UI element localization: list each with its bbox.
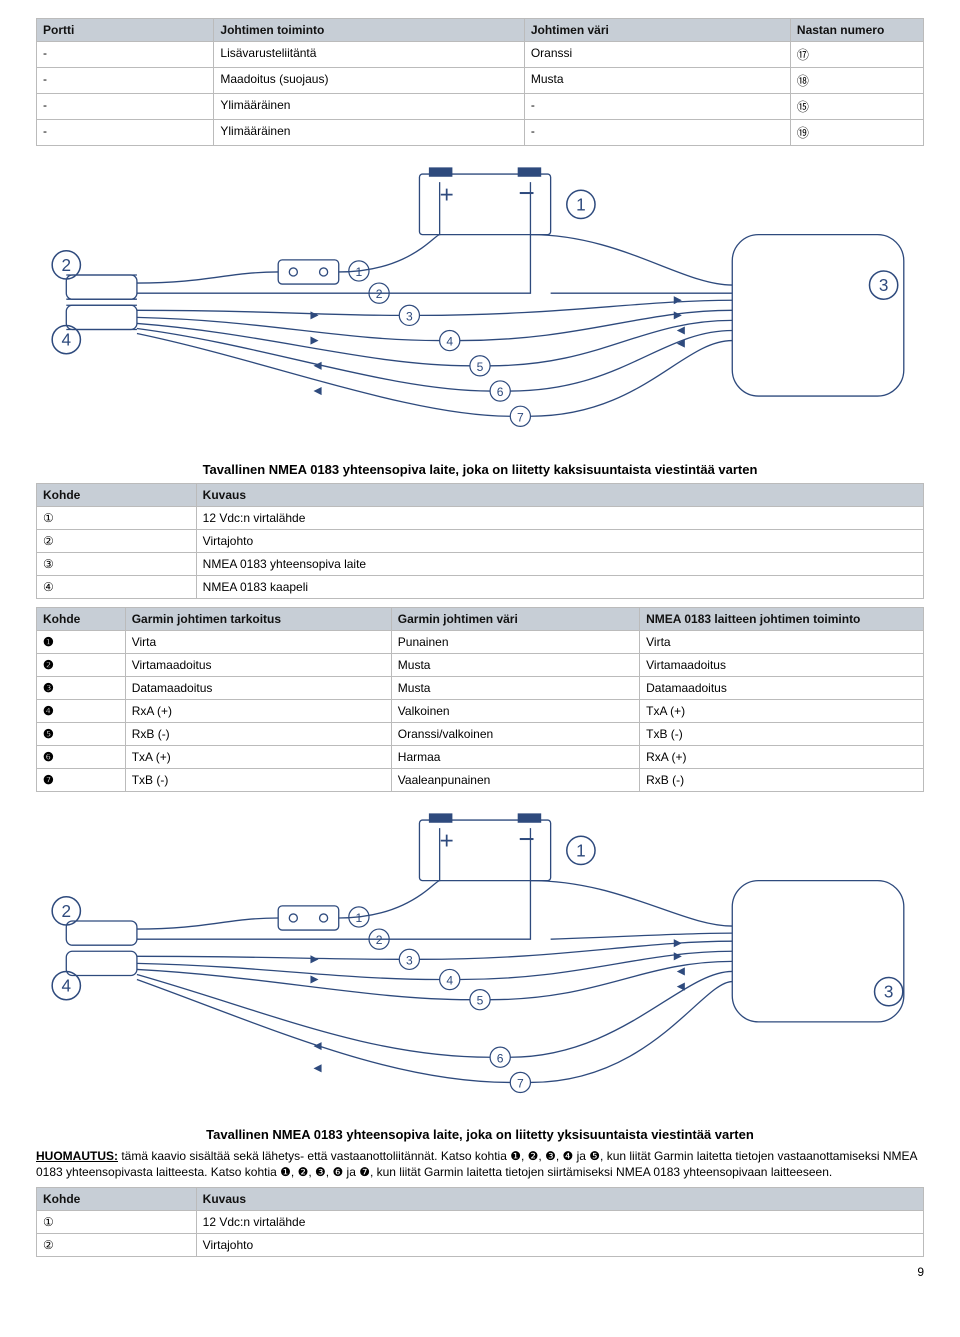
svg-text:7: 7 [517, 410, 524, 424]
col-header: Johtimen väri [524, 19, 790, 42]
col-header: Kohde [37, 483, 197, 506]
table-row: - Maadoitus (suojaus) Musta ⑱ [37, 68, 924, 94]
svg-text:3: 3 [406, 309, 413, 323]
table-row: - Ylimääräinen - ⑲ [37, 120, 924, 146]
table-row: ②Virtajohto [37, 529, 924, 552]
svg-text:1: 1 [356, 265, 363, 279]
diagram-caption-1: Tavallinen NMEA 0183 yhteensopiva laite,… [36, 462, 924, 477]
huomautus-label: HUOMAUTUS: [36, 1149, 118, 1163]
svg-text:3: 3 [406, 953, 413, 967]
table-row: ①12 Vdc:n virtalähde [37, 506, 924, 529]
svg-text:2: 2 [62, 900, 72, 920]
table-row: ❺RxB (-)Oranssi/valkoinenTxB (-) [37, 722, 924, 745]
col-header: Garmin johtimen väri [391, 607, 639, 630]
svg-text:6: 6 [497, 385, 504, 399]
col-header: Kohde [37, 1187, 197, 1210]
wiring-diagram-1: + − 1 2 4 1 2 3 4 5 6 7 [36, 164, 924, 447]
page-number: 9 [36, 1265, 924, 1279]
svg-text:2: 2 [376, 287, 383, 301]
table-row: ❷VirtamaadoitusMustaVirtamaadoitus [37, 653, 924, 676]
table-row: ②Virtajohto [37, 1233, 924, 1256]
table-row: - Lisävarusteliitäntä Oranssi ⑰ [37, 42, 924, 68]
table-row: ❶VirtaPunainenVirta [37, 630, 924, 653]
svg-text:5: 5 [477, 993, 484, 1007]
svg-text:4: 4 [446, 973, 453, 987]
col-header: Kuvaus [196, 1187, 923, 1210]
col-header: Nastan numero [790, 19, 923, 42]
svg-text:2: 2 [376, 933, 383, 947]
svg-text:5: 5 [477, 360, 484, 374]
svg-text:+: + [440, 181, 454, 208]
kohde-kuvaus-table-1: Kohde Kuvaus ①12 Vdc:n virtalähde ②Virta… [36, 483, 924, 599]
col-header: Kuvaus [196, 483, 923, 506]
svg-text:6: 6 [497, 1051, 504, 1065]
svg-text:4: 4 [446, 335, 453, 349]
huomautus-paragraph: HUOMAUTUS: tämä kaavio sisältää sekä läh… [36, 1148, 924, 1180]
col-header: Johtimen toiminto [214, 19, 524, 42]
table-row: ①12 Vdc:n virtalähde [37, 1210, 924, 1233]
table-row: ❹RxA (+)ValkoinenTxA (+) [37, 699, 924, 722]
svg-text:3: 3 [884, 981, 894, 1001]
svg-text:4: 4 [62, 975, 72, 995]
svg-text:1: 1 [576, 194, 586, 214]
col-header: Garmin johtimen tarkoitus [125, 607, 391, 630]
table-row: - Ylimääräinen - ⑮ [37, 94, 924, 120]
diagram-caption-2: Tavallinen NMEA 0183 yhteensopiva laite,… [36, 1127, 924, 1142]
table-row: ④NMEA 0183 kaapeli [37, 575, 924, 598]
table-row: ❻TxA (+)HarmaaRxA (+) [37, 745, 924, 768]
col-header: Portti [37, 19, 214, 42]
svg-text:2: 2 [62, 255, 72, 275]
table-row: ❼TxB (-)VaaleanpunainenRxB (-) [37, 768, 924, 791]
pin-table: Portti Johtimen toiminto Johtimen väri N… [36, 18, 924, 146]
svg-text:7: 7 [517, 1076, 524, 1090]
wire-color-table: Kohde Garmin johtimen tarkoitus Garmin j… [36, 607, 924, 792]
huomautus-text: tämä kaavio sisältää sekä lähetys- että … [36, 1149, 917, 1179]
svg-text:1: 1 [576, 840, 586, 860]
wiring-diagram-2: + − 1 2 4 1 2 3 4 5 6 7 [36, 810, 924, 1113]
col-header: Kohde [37, 607, 126, 630]
kohde-kuvaus-table-2: Kohde Kuvaus ①12 Vdc:n virtalähde ②Virta… [36, 1187, 924, 1257]
svg-text:4: 4 [62, 330, 72, 350]
table-row: ❸DatamaadoitusMustaDatamaadoitus [37, 676, 924, 699]
svg-text:1: 1 [356, 911, 363, 925]
col-header: NMEA 0183 laitteen johtimen toiminto [640, 607, 924, 630]
table-row: ③NMEA 0183 yhteensopiva laite [37, 552, 924, 575]
svg-text:−: − [518, 822, 535, 854]
svg-text:3: 3 [879, 275, 889, 295]
svg-text:+: + [440, 827, 454, 854]
svg-text:−: − [518, 176, 535, 208]
